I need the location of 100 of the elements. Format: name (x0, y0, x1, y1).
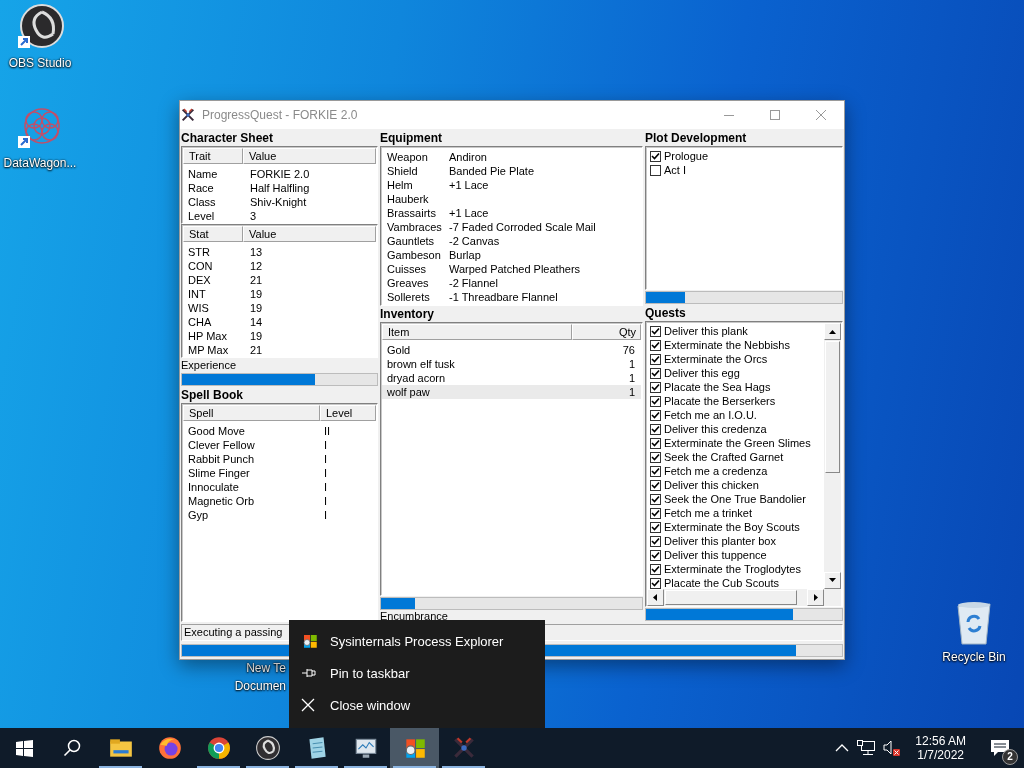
process-explorer-icon (301, 632, 319, 650)
checkbox[interactable] (650, 507, 661, 519)
checkbox-label: Exterminate the Troglodytes (664, 562, 801, 576)
search-icon (63, 739, 81, 757)
checkbox[interactable] (650, 353, 661, 365)
table-cell-text: Good Move (188, 424, 246, 438)
checkbox[interactable] (650, 381, 661, 393)
scroll-down-button[interactable] (824, 572, 841, 589)
checkbox-label: Exterminate the Green Slimes (664, 436, 811, 450)
checkbox[interactable] (650, 451, 661, 463)
checkbox[interactable] (650, 535, 661, 547)
icon-label: Recycle Bin (942, 650, 1006, 664)
table-cell-text: Level (188, 209, 216, 223)
table-cell-text: WIS (188, 301, 210, 315)
table-cell-text: Greaves (387, 276, 430, 290)
scrollbar[interactable] (824, 323, 841, 589)
close-icon (816, 110, 826, 120)
checkbox-label: Seek the Crafted Garnet (664, 450, 784, 464)
checkbox[interactable] (650, 409, 661, 421)
checkbox[interactable] (650, 164, 661, 176)
table-cell: I (324, 466, 328, 480)
checkbox[interactable] (650, 577, 661, 589)
table-cell-text: Clever Fellow (188, 438, 256, 452)
menu-item[interactable]: Sysinternals Process Explorer (289, 625, 545, 657)
menu-item[interactable]: Pin to taskbar (289, 657, 545, 689)
window-title: ProgressQuest - FORKIE 2.0 (202, 108, 358, 122)
scroll-right-button[interactable] (807, 589, 824, 606)
checkbox[interactable] (650, 150, 661, 162)
scroll-thumb[interactable] (665, 590, 797, 605)
scroll-thumb[interactable] (825, 341, 840, 473)
table-cell-text: CHA (188, 315, 213, 329)
checkbox-label: Placate the Cub Scouts (664, 576, 779, 589)
crossed-swords-icon (180, 107, 196, 123)
table-cell-text: Cuisses (387, 262, 428, 276)
checkbox[interactable] (650, 549, 661, 561)
table-cell: 1 (628, 357, 635, 371)
table-cell: 76 (622, 343, 635, 357)
table-cell-text: HP Max (188, 329, 228, 343)
table-cell: 3 (250, 209, 257, 223)
checkbox[interactable] (650, 493, 661, 505)
up-arrow-icon (829, 328, 836, 335)
network-icon[interactable] (857, 740, 876, 756)
column-header[interactable]: Level (320, 405, 376, 421)
table-cell: FORKIE 2.0 (250, 167, 310, 181)
section-title: Inventory (380, 306, 435, 322)
table-cell: 12 (250, 259, 263, 273)
table-cell: 19 (250, 329, 263, 343)
table-cell: 13 (250, 245, 263, 259)
table-cell-text: Gyp (188, 508, 210, 522)
checkbox-label: Deliver this plank (664, 324, 748, 338)
notifications-button[interactable]: 2 (980, 728, 1020, 768)
table-cell: +1 Lace (449, 178, 489, 192)
table-cell-text: Weapon (387, 150, 429, 164)
checkbox-label: Exterminate the Nebbishs (664, 338, 790, 352)
bar-label: Encumbrance (380, 610, 449, 622)
checkbox-label: Prologue (664, 149, 709, 163)
clock[interactable]: 12:56 AM 1/7/2022 (909, 734, 972, 762)
checkbox-label: Fetch me an I.O.U. (664, 408, 757, 422)
obs-icon (254, 735, 281, 761)
checkbox-label: Exterminate the Boy Scouts (664, 520, 800, 534)
checkbox-label: Act I (664, 163, 686, 177)
table-cell: dryad acorn (387, 371, 446, 385)
left-arrow-icon (652, 594, 659, 601)
menu-item[interactable]: Close window (289, 689, 545, 721)
scroll-left-button[interactable] (647, 589, 664, 606)
column-header[interactable]: Value (243, 148, 376, 164)
column-header[interactable]: Spell (183, 405, 320, 421)
checkbox[interactable] (650, 423, 661, 435)
checkbox[interactable] (650, 521, 661, 533)
checkbox[interactable] (650, 465, 661, 477)
checkbox[interactable] (650, 395, 661, 407)
firefox-icon (156, 735, 183, 761)
checkbox[interactable] (650, 325, 661, 337)
speaker-muted-icon[interactable] (883, 740, 902, 756)
scroll-up-button[interactable] (824, 323, 841, 340)
table-cell: -1 Threadbare Flannel (449, 290, 558, 304)
column-header[interactable]: Item (382, 324, 572, 340)
chrome-icon (205, 735, 232, 761)
down-arrow-icon (829, 577, 836, 584)
table-cell: wolf paw (387, 385, 430, 399)
table-cell: Half Halfling (250, 181, 310, 195)
checkbox[interactable] (650, 437, 661, 449)
table-cell: 19 (250, 301, 263, 315)
table-cell: Burlap (449, 248, 481, 262)
scrollbar[interactable] (647, 589, 824, 606)
checkbox-label: Deliver this credenza (664, 422, 767, 436)
checkbox[interactable] (650, 339, 661, 351)
column-header[interactable]: Value (243, 226, 376, 242)
column-header[interactable]: Qty (572, 324, 641, 340)
icon-label: New Te (246, 661, 286, 675)
table-cell: 1 (628, 371, 635, 385)
table-cell-text: Helm (387, 178, 414, 192)
chevron-up-icon[interactable] (835, 744, 850, 752)
checkbox[interactable] (650, 563, 661, 575)
checkbox[interactable] (650, 367, 661, 379)
checkbox[interactable] (650, 479, 661, 491)
column-header[interactable]: Stat (183, 226, 243, 242)
table-cell-text: Vambraces (387, 220, 443, 234)
selected-row[interactable]: wolf paw 1 (382, 385, 641, 399)
column-header[interactable]: Trait (183, 148, 243, 164)
